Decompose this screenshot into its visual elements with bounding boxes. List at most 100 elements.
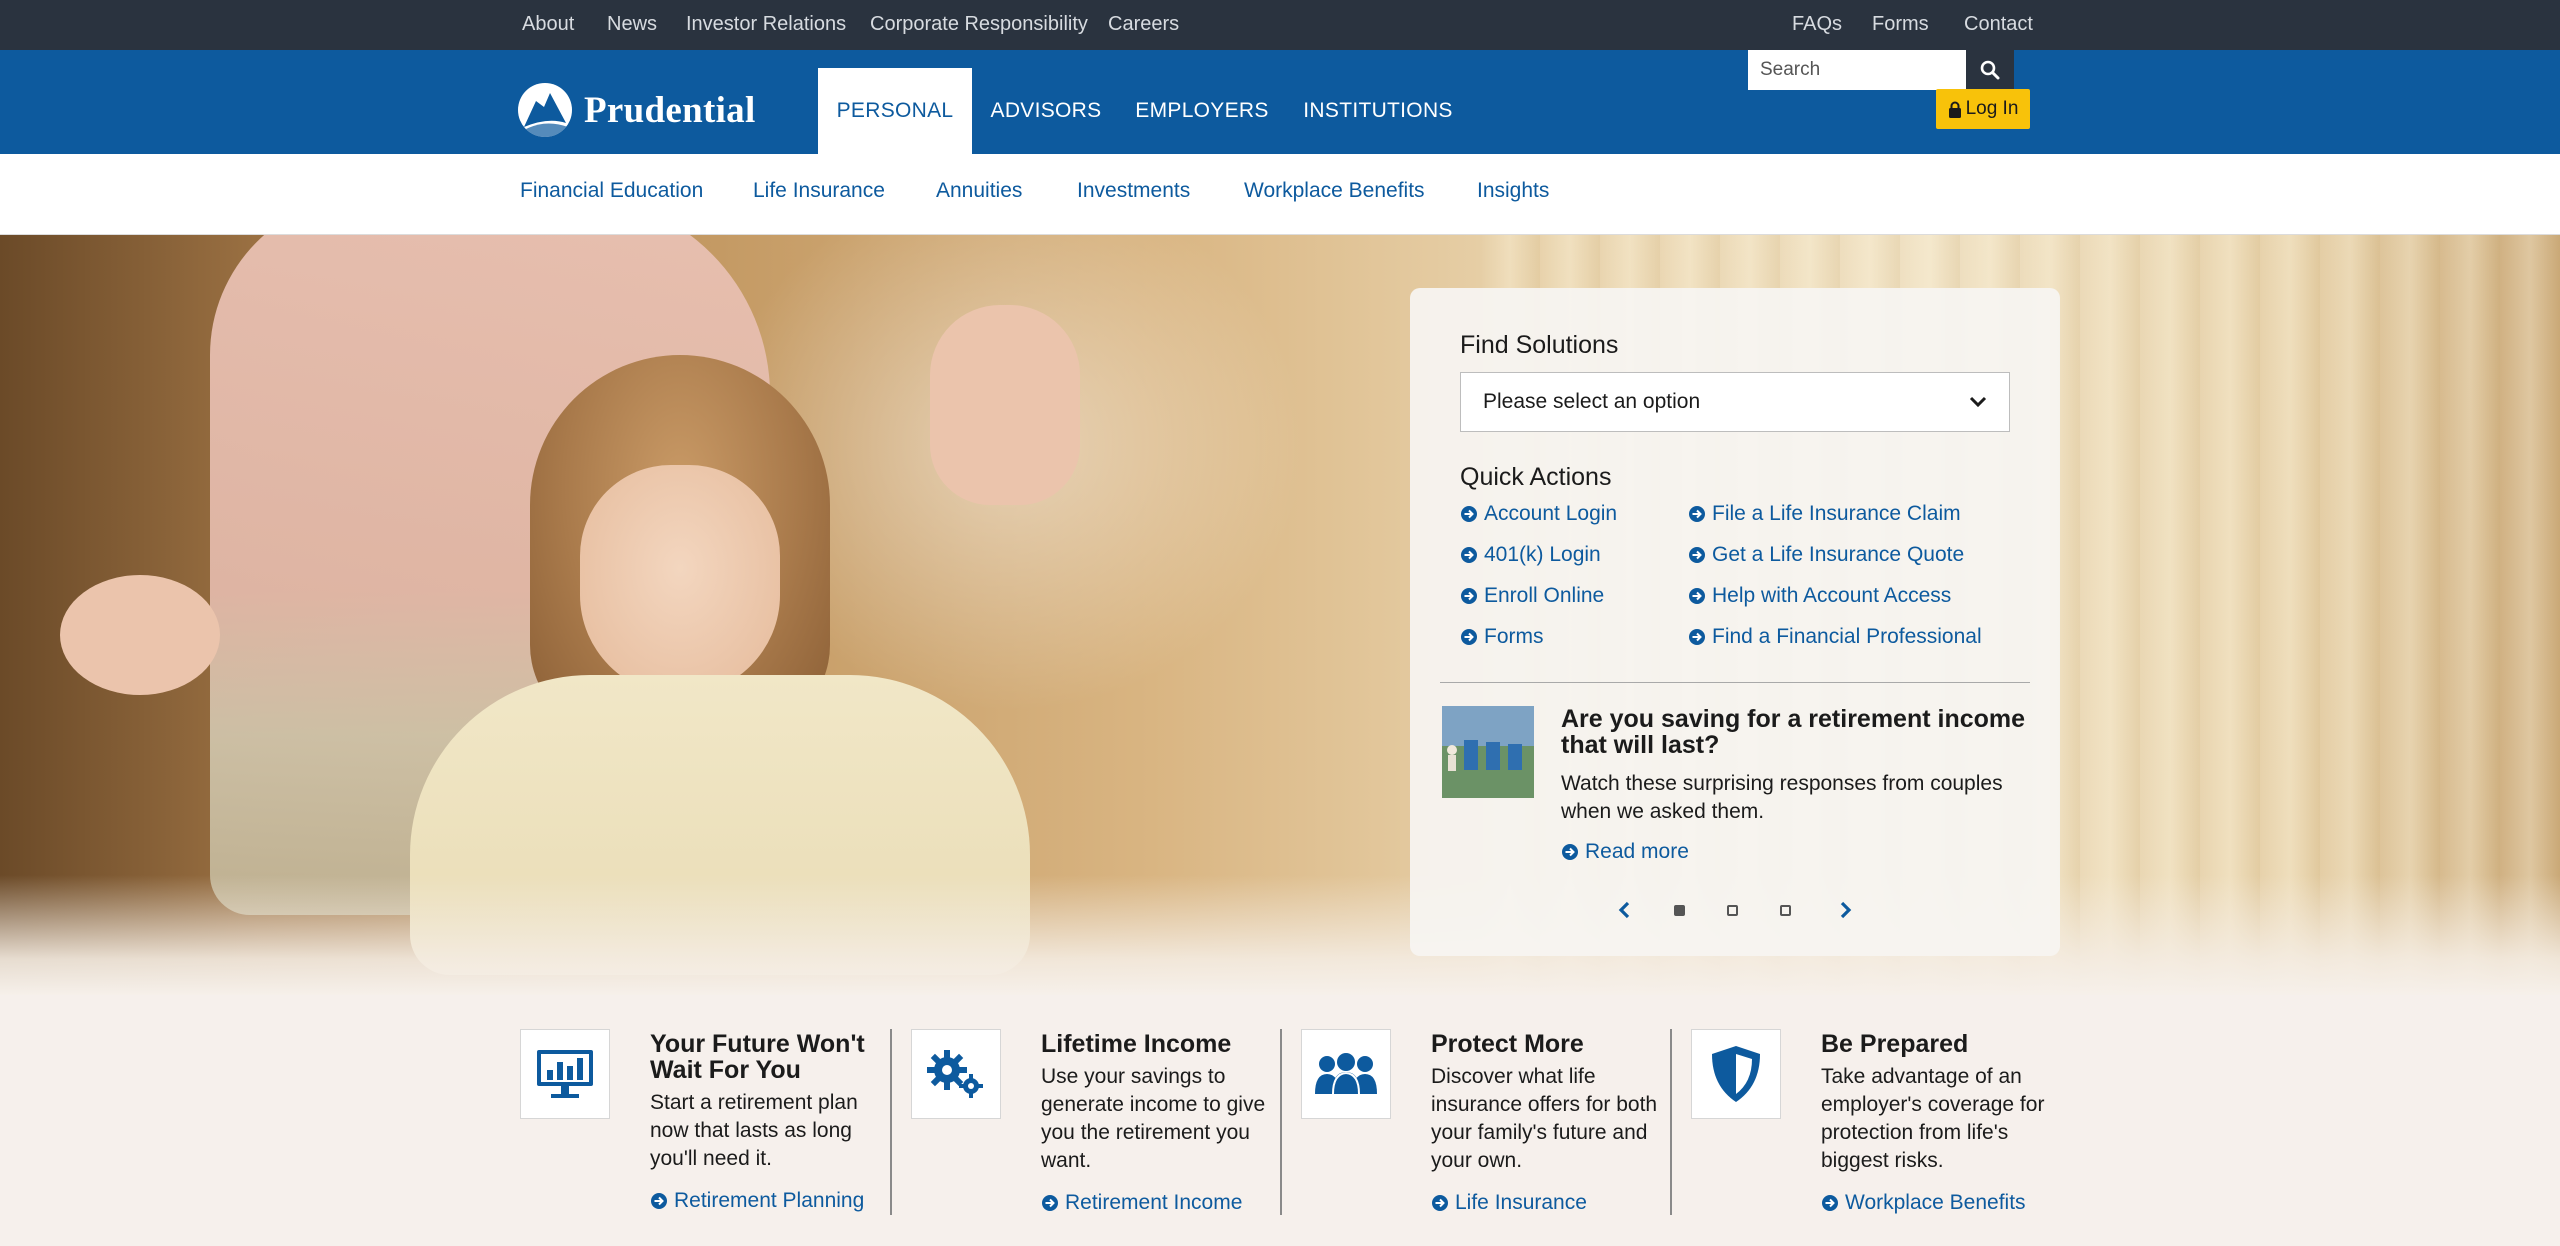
login-button[interactable]: Log In <box>1936 89 2030 129</box>
carousel-prev-button[interactable] <box>1612 898 1636 922</box>
quick-action-forms[interactable]: Forms <box>1460 625 1544 649</box>
promo-title: Are you saving for a retirement income t… <box>1561 705 2026 759</box>
quick-action-label: Account Login <box>1484 502 1618 525</box>
login-label: Log In <box>1965 98 2019 119</box>
feature-icon-box <box>911 1029 1001 1119</box>
promo-thumbnail[interactable] <box>1442 706 1534 798</box>
main-nav-bar: Prudential PERSONAL ADVISORS EMPLOYERS I… <box>0 50 2560 154</box>
quick-action-file-claim[interactable]: File a Life Insurance Claim <box>1688 502 1961 526</box>
utility-link-careers[interactable]: Careers <box>1108 13 1179 36</box>
utility-link-about[interactable]: About <box>522 13 574 36</box>
hero-child-face <box>580 465 780 695</box>
utility-link-forms[interactable]: Forms <box>1872 13 1929 36</box>
people-icon <box>1315 1053 1377 1095</box>
feature-icon-box <box>520 1029 610 1119</box>
utility-link-investor-relations[interactable]: Investor Relations <box>686 13 846 36</box>
feature-divider <box>890 1029 892 1215</box>
promo-carousel-controls <box>1410 898 2060 922</box>
feature-link-label: Retirement Income <box>1065 1191 1243 1214</box>
subnav-workplace-benefits[interactable]: Workplace Benefits <box>1244 179 1425 203</box>
quick-action-label: Help with Account Access <box>1712 584 1952 607</box>
feature-text: Start a retirement plan now that lasts a… <box>650 1091 858 1170</box>
feature-divider <box>1280 1029 1282 1215</box>
utility-link-news[interactable]: News <box>607 13 657 36</box>
quick-action-401k-login[interactable]: 401(k) Login <box>1460 543 1601 567</box>
tab-personal[interactable]: PERSONAL <box>818 68 972 154</box>
arrow-circle-icon <box>1461 547 1477 563</box>
arrow-circle-icon <box>1689 506 1705 522</box>
utility-bar: About News Investor Relations Corporate … <box>0 0 2560 50</box>
subnav-investments[interactable]: Investments <box>1077 179 1190 203</box>
carousel-dot-3[interactable] <box>1780 905 1791 916</box>
feature-title: Your Future Won't Wait For You <box>650 1030 865 1084</box>
promo-read-more-link[interactable]: Read more <box>1561 840 1689 864</box>
hero-table <box>0 875 2560 995</box>
feature-link-life-insurance[interactable]: Life Insurance <box>1431 1191 1587 1215</box>
feature-card-workplace-benefits: Be Prepared Take advantage of an employe… <box>1691 1029 2071 1219</box>
chevron-right-icon <box>1840 901 1852 919</box>
subnav-life-insurance[interactable]: Life Insurance <box>753 179 885 203</box>
feature-card-retirement-planning: Your Future Won't Wait For You Start a r… <box>520 1029 890 1219</box>
find-solutions-panel: Find Solutions Please select an option Q… <box>1410 288 2060 956</box>
read-more-label: Read more <box>1585 840 1689 863</box>
subnav-financial-education[interactable]: Financial Education <box>520 179 703 203</box>
search-input[interactable] <box>1748 50 1966 90</box>
arrow-circle-icon <box>1822 1195 1838 1211</box>
tab-institutions[interactable]: INSTITUTIONS <box>1298 68 1458 154</box>
feature-link-retirement-planning[interactable]: Retirement Planning <box>650 1189 864 1213</box>
feature-title: Be Prepared <box>1821 1030 1969 1058</box>
arrow-circle-icon <box>1689 547 1705 563</box>
feature-section: Your Future Won't Wait For You Start a r… <box>0 995 2560 1246</box>
feature-title: Protect More <box>1431 1030 1584 1058</box>
quick-action-account-access[interactable]: Help with Account Access <box>1688 584 1951 608</box>
quick-action-account-login[interactable]: Account Login <box>1460 502 1617 526</box>
feature-link-label: Retirement Planning <box>674 1189 865 1212</box>
arrow-circle-icon <box>1461 588 1477 604</box>
hero-parent-hand-right <box>930 305 1080 505</box>
quick-action-label: 401(k) Login <box>1484 543 1601 566</box>
quick-actions-title: Quick Actions <box>1460 463 1612 491</box>
subnav-insights[interactable]: Insights <box>1477 179 1549 203</box>
arrow-circle-icon <box>1042 1195 1058 1211</box>
quick-action-label: Find a Financial Professional <box>1712 625 1982 648</box>
quick-action-enroll-online[interactable]: Enroll Online <box>1460 584 1604 608</box>
brand-name: Prudential <box>584 89 756 131</box>
arrow-circle-icon <box>1461 629 1477 645</box>
panel-divider <box>1440 682 2030 683</box>
gears-icon <box>927 1050 983 1098</box>
arrow-circle-icon <box>1562 844 1578 860</box>
carousel-dot-1[interactable] <box>1674 905 1685 916</box>
feature-text: Discover what life insurance offers for … <box>1431 1065 1658 1172</box>
subnav-annuities[interactable]: Annuities <box>936 179 1022 203</box>
utility-link-corporate-responsibility[interactable]: Corporate Responsibility <box>870 13 1088 36</box>
brand-logo[interactable]: Prudential <box>518 82 756 138</box>
chevron-down-icon <box>1969 396 1987 408</box>
chevron-left-icon <box>1618 901 1630 919</box>
utility-link-faqs[interactable]: FAQs <box>1792 13 1842 36</box>
promo-text: Watch these surprising responses from co… <box>1561 772 2003 823</box>
arrow-circle-icon <box>1689 588 1705 604</box>
carousel-dot-2[interactable] <box>1727 905 1738 916</box>
search-button[interactable] <box>1966 50 2014 90</box>
arrow-circle-icon <box>1432 1195 1448 1211</box>
quick-action-find-professional[interactable]: Find a Financial Professional <box>1688 625 1982 649</box>
feature-link-label: Workplace Benefits <box>1845 1191 2026 1214</box>
feature-link-label: Life Insurance <box>1455 1191 1587 1214</box>
feature-link-retirement-income[interactable]: Retirement Income <box>1041 1191 1242 1215</box>
quick-action-label: File a Life Insurance Claim <box>1712 502 1961 525</box>
tab-employers[interactable]: EMPLOYERS <box>1134 68 1270 154</box>
utility-link-contact[interactable]: Contact <box>1964 13 2033 36</box>
tab-advisors[interactable]: ADVISORS <box>982 68 1110 154</box>
feature-link-workplace-benefits[interactable]: Workplace Benefits <box>1821 1191 2026 1215</box>
quick-action-get-quote[interactable]: Get a Life Insurance Quote <box>1688 543 1964 567</box>
arrow-circle-icon <box>1461 506 1477 522</box>
lock-icon <box>1948 101 1961 118</box>
feature-text: Take advantage of an employer's coverage… <box>1821 1065 2045 1172</box>
feature-icon-box <box>1301 1029 1391 1119</box>
carousel-next-button[interactable] <box>1834 898 1858 922</box>
feature-card-lifetime-income: Lifetime Income Use your savings to gene… <box>911 1029 1281 1219</box>
find-solutions-title: Find Solutions <box>1460 331 1619 359</box>
quick-action-label: Forms <box>1484 625 1544 648</box>
solutions-select[interactable]: Please select an option <box>1460 372 2010 432</box>
solutions-select-value: Please select an option <box>1483 390 1701 413</box>
